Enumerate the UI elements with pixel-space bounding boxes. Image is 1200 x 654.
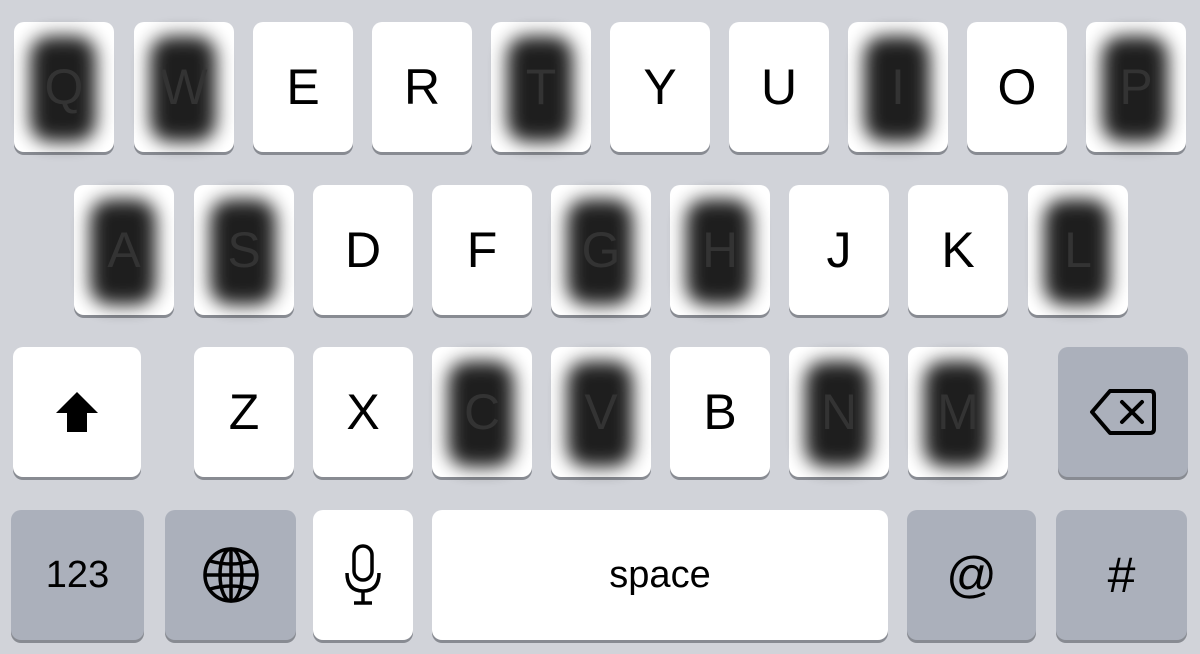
- delete-key[interactable]: [1058, 347, 1188, 477]
- key-v[interactable]: V: [551, 347, 651, 477]
- key-label: T: [525, 59, 557, 115]
- key-k[interactable]: K: [908, 185, 1008, 315]
- key-label: V: [584, 384, 618, 440]
- key-x[interactable]: X: [313, 347, 413, 477]
- key-u[interactable]: U: [729, 22, 829, 152]
- key-b[interactable]: B: [670, 347, 770, 477]
- key-label: Y: [643, 59, 677, 115]
- key-label: K: [941, 222, 975, 278]
- key-label: W: [160, 59, 208, 115]
- key-label: G: [581, 222, 621, 278]
- key-l[interactable]: L: [1028, 185, 1128, 315]
- key-e[interactable]: E: [253, 22, 353, 152]
- dictation-key[interactable]: [313, 510, 413, 640]
- key-i[interactable]: I: [848, 22, 948, 152]
- globe-key[interactable]: [165, 510, 296, 640]
- key-j[interactable]: J: [789, 185, 889, 315]
- key-label: A: [107, 222, 141, 278]
- key-z[interactable]: Z: [194, 347, 294, 477]
- key-h[interactable]: H: [670, 185, 770, 315]
- backspace-icon: [1088, 387, 1158, 437]
- key-label: H: [701, 222, 739, 278]
- key-label: X: [346, 384, 380, 440]
- key-label: R: [403, 59, 441, 115]
- key-q[interactable]: Q: [14, 22, 114, 152]
- key-label: L: [1064, 222, 1092, 278]
- key-label: S: [227, 222, 261, 278]
- key-label: J: [826, 222, 852, 278]
- key-label: U: [760, 59, 798, 115]
- space-key-label: space: [609, 554, 711, 596]
- key-label: M: [937, 384, 979, 440]
- numbers-key-label: 123: [45, 554, 110, 596]
- key-label: P: [1119, 59, 1153, 115]
- ios-keyboard: Q W E R T Y U I O P A S D F G H J K L Z …: [0, 0, 1200, 654]
- key-label: D: [344, 222, 382, 278]
- key-label: Z: [228, 384, 260, 440]
- shift-key[interactable]: [13, 347, 141, 477]
- key-s[interactable]: S: [194, 185, 294, 315]
- key-label: Q: [44, 59, 84, 115]
- key-label: N: [820, 384, 858, 440]
- key-f[interactable]: F: [432, 185, 532, 315]
- key-c[interactable]: C: [432, 347, 532, 477]
- microphone-icon: [343, 543, 383, 607]
- key-label: O: [997, 59, 1037, 115]
- at-key-label: @: [946, 547, 997, 603]
- key-t[interactable]: T: [491, 22, 591, 152]
- shift-arrow-up-icon: [54, 390, 100, 434]
- hash-key-label: #: [1107, 547, 1136, 603]
- key-label: I: [891, 59, 905, 115]
- key-o[interactable]: O: [967, 22, 1067, 152]
- key-w[interactable]: W: [134, 22, 234, 152]
- key-p[interactable]: P: [1086, 22, 1186, 152]
- key-label: B: [703, 384, 737, 440]
- key-y[interactable]: Y: [610, 22, 710, 152]
- key-label: F: [466, 222, 498, 278]
- key-d[interactable]: D: [313, 185, 413, 315]
- key-label: C: [463, 384, 501, 440]
- numbers-key[interactable]: 123: [11, 510, 144, 640]
- space-key[interactable]: space: [432, 510, 888, 640]
- at-key[interactable]: @: [907, 510, 1036, 640]
- key-label: E: [286, 59, 320, 115]
- hash-key[interactable]: #: [1056, 510, 1187, 640]
- globe-icon: [201, 545, 261, 605]
- key-n[interactable]: N: [789, 347, 889, 477]
- key-g[interactable]: G: [551, 185, 651, 315]
- key-m[interactable]: M: [908, 347, 1008, 477]
- key-r[interactable]: R: [372, 22, 472, 152]
- key-a[interactable]: A: [74, 185, 174, 315]
